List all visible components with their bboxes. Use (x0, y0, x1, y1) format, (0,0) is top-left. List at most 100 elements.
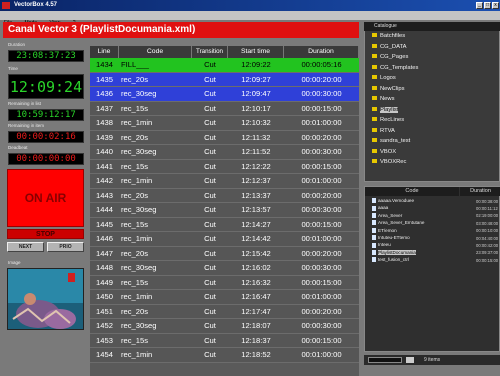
catalogue-folder[interactable]: NewClips (372, 86, 404, 92)
row-start-time: 12:14:27 (241, 219, 271, 229)
file-duration: 00:00:11:12 (476, 205, 498, 211)
file-col-duration[interactable]: Duration (460, 187, 500, 196)
row-line: 1434 (96, 60, 113, 69)
table-row[interactable]: 1447 rec_20s Cut 12:15:42 00:00:20:00 (90, 246, 359, 261)
next-button[interactable]: NEXT (7, 242, 44, 252)
onair-button[interactable]: ON AIR (7, 169, 84, 227)
file-list-item[interactable]: Area_Sever (372, 213, 402, 219)
file-list-item[interactable]: aaaaa.Vemoduee (372, 198, 414, 204)
row-start-time: 12:16:47 (241, 292, 271, 301)
file-list-item[interactable]: Intuteu-ETtemo (372, 235, 410, 241)
row-line: 1444 (96, 205, 113, 214)
folder-icon (372, 54, 377, 59)
catalogue-folder[interactable]: News (372, 96, 395, 102)
file-duration: 03:00:48:00 (476, 220, 499, 226)
minimize-button[interactable]: _ (476, 2, 483, 9)
table-row[interactable]: 1445 rec_15s Cut 12:14:27 00:00:15:00 (90, 217, 359, 232)
filter-field[interactable] (368, 357, 402, 363)
table-row[interactable]: 1451 rec_20s Cut 12:17:47 00:00:20:00 (90, 304, 359, 319)
table-row[interactable]: 1444 rec_30seg Cut 12:13:57 00:00:30:00 (90, 203, 359, 218)
item-count: 9 items (424, 357, 441, 363)
file-code: test_fusion_ctrl (378, 257, 409, 263)
row-line: 1453 (96, 335, 113, 345)
prio-button[interactable]: PRIO (47, 242, 84, 252)
folder-label: Logos (380, 75, 396, 81)
folder-label: Playlist (380, 106, 399, 113)
file-code: Area_Sever_Emtutane (378, 220, 425, 226)
folder-icon (372, 117, 377, 122)
table-row[interactable]: 1439 rec_20s Cut 12:11:32 00:00:20:00 (90, 130, 359, 145)
row-transition: Cut (204, 263, 216, 272)
file-list-item[interactable]: aaaa (372, 205, 388, 211)
table-row[interactable]: 1435 rec_20s Cut 12:09:27 00:00:20:00 (90, 72, 359, 87)
folder-label: CG_Templates (380, 64, 419, 71)
table-row[interactable]: 1443 rec_20s Cut 12:13:37 00:00:20:00 (90, 188, 359, 203)
catalogue-folder[interactable]: Playlist (372, 106, 399, 113)
file-list-item[interactable]: PlaylistDocumania (372, 249, 416, 256)
file-list-item[interactable]: ET/emon (372, 228, 397, 233)
table-row[interactable]: 1434 FILL___ Cut 12:09:22 00:00:05:16 (90, 58, 359, 73)
table-row[interactable]: 1449 rec_15s Cut 12:16:32 00:00:15:00 (90, 275, 359, 290)
catalogue-folder[interactable]: RTVA (372, 128, 395, 134)
window-title: VectorBox 4.57 (14, 2, 58, 8)
col-code[interactable]: Code (119, 46, 192, 58)
row-start-time: 12:09:47 (241, 89, 271, 98)
catalogue-header: Catalogue (364, 22, 500, 31)
col-duration[interactable]: Duration (284, 46, 359, 58)
duration-label: Duration (8, 42, 26, 47)
folder-icon (372, 159, 377, 164)
row-transition: Cut (204, 118, 216, 127)
table-row[interactable]: 1454 rec_1min Cut 12:18:52 00:01:00:00 (90, 348, 359, 363)
row-start-time: 12:13:57 (241, 205, 271, 214)
row-start-time: 12:11:52 (241, 147, 271, 156)
catalogue-folder[interactable]: CG_Pages (372, 54, 408, 60)
row-line: 1447 (96, 248, 113, 258)
row-code: rec_15s (121, 277, 149, 287)
catalogue-folder[interactable]: Logos (372, 75, 396, 81)
catalogue-folder[interactable]: sandra_test (372, 138, 410, 144)
row-start-time: 12:18:52 (241, 350, 271, 359)
row-duration: 00:00:15:00 (301, 103, 342, 113)
remaining-item-label: Remaining in item (8, 123, 45, 128)
catalogue-folder[interactable]: Batchfiles (372, 33, 405, 39)
row-line: 1442 (96, 176, 113, 185)
row-line: 1450 (96, 292, 113, 301)
row-duration: 00:00:20:00 (301, 248, 342, 258)
table-row[interactable]: 1448 rec_30seg Cut 12:16:02 00:00:30:00 (90, 261, 359, 276)
table-row[interactable]: 1446 rec_1min Cut 12:14:42 00:01:00:00 (90, 232, 359, 247)
catalogue-folder[interactable]: RecLines (372, 117, 404, 123)
catalogue-folder[interactable]: CG_Templates (372, 65, 418, 71)
col-transition[interactable]: Transition (192, 46, 228, 58)
table-row[interactable]: 1453 rec_15s Cut 12:18:37 00:00:15:00 (90, 333, 359, 348)
stop-button[interactable]: STOP (7, 229, 84, 239)
remaining-item-display: 00:00:02:16 (8, 131, 84, 143)
table-row[interactable]: 1452 rec_30seg Cut 12:18:07 00:00:30:00 (90, 319, 359, 334)
maximize-button[interactable]: □ (484, 2, 491, 9)
file-list-item[interactable]: Inteeu (372, 242, 391, 248)
table-row[interactable]: 1450 rec_1min Cut 12:16:47 00:01:00:00 (90, 290, 359, 305)
row-transition: Cut (204, 89, 216, 98)
filter-button[interactable] (406, 357, 414, 363)
table-row[interactable]: 1441 rec_15s Cut 12:12:22 00:00:15:00 (90, 159, 359, 174)
row-start-time: 12:10:32 (241, 118, 271, 127)
row-line: 1438 (96, 118, 113, 127)
row-start-time: 12:13:37 (241, 190, 271, 200)
folder-icon (372, 96, 377, 101)
row-code: FILL___ (121, 60, 149, 69)
table-row[interactable]: 1437 rec_15s Cut 12:10:17 00:00:15:00 (90, 101, 359, 116)
file-duration: 23:09:37:00 (476, 250, 499, 256)
file-list-item[interactable]: test_fusion_ctrl (372, 257, 409, 263)
catalogue-folder[interactable]: VBOX (372, 149, 396, 155)
catalogue-folder[interactable]: VBOXRec (372, 159, 406, 165)
col-start-time[interactable]: Start time (228, 46, 284, 58)
table-row[interactable]: 1438 rec_1min Cut 12:10:32 00:01:00:00 (90, 116, 359, 131)
file-col-code[interactable]: Code (365, 187, 459, 196)
close-button[interactable]: x (492, 2, 499, 9)
col-line[interactable]: Line (90, 46, 119, 58)
table-row[interactable]: 1436 rec_30seg Cut 12:09:47 00:00:30:00 (90, 87, 359, 102)
table-row[interactable]: 1440 rec_30seg Cut 12:11:52 00:00:30:00 (90, 145, 359, 160)
horizontal-scrollbar[interactable] (90, 364, 359, 376)
catalogue-folder[interactable]: CG_DATA (372, 44, 407, 50)
table-row[interactable]: 1442 rec_1min Cut 12:12:37 00:01:00:00 (90, 174, 359, 189)
file-list-item[interactable]: Area_Sever_Emtutane (372, 220, 425, 226)
